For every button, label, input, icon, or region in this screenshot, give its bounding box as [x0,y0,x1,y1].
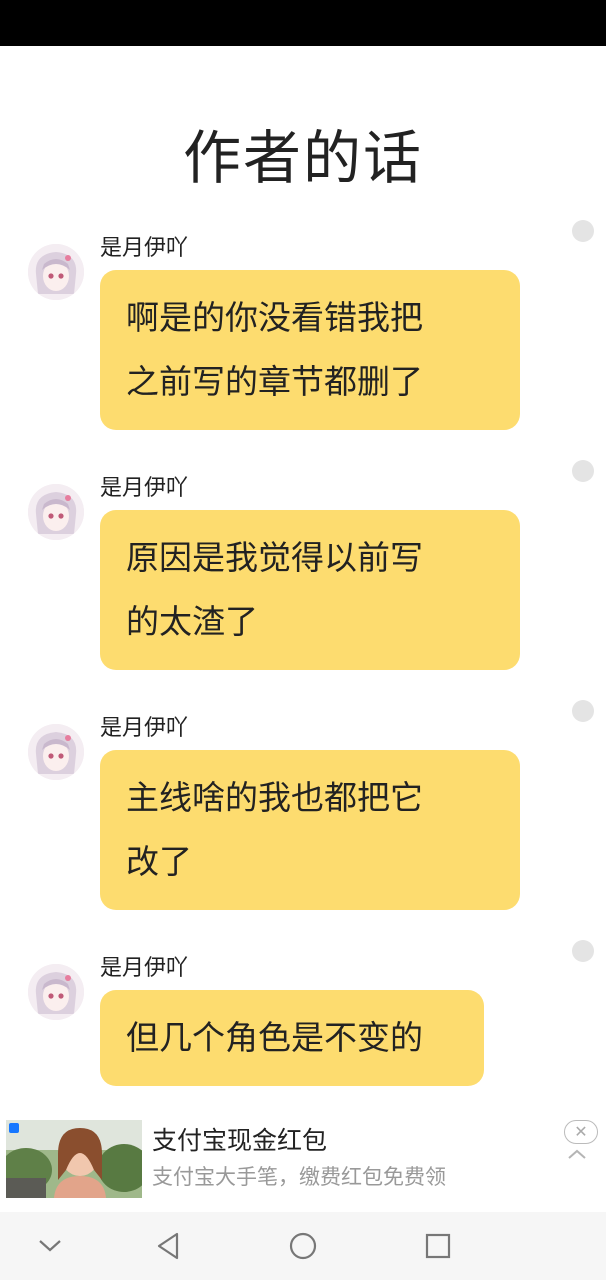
message-text-line: 但几个角色是不变的 [126,1018,423,1057]
ad-thumbnail[interactable] [6,1120,142,1198]
avatar-image [28,244,84,300]
message-bubble[interactable]: 但几个角色是不变的 [100,990,484,1086]
status-dot [572,940,594,962]
avatar-image [28,964,84,1020]
status-dot [572,460,594,482]
close-icon[interactable]: ✕ [564,1120,598,1144]
ad-subtitle: 支付宝大手笔，缴费红包免费领 [152,1165,446,1189]
navigation-bar [0,1212,606,1280]
avatar-image [28,724,84,780]
avatar[interactable] [28,484,84,540]
message-text-line: 主线啥的我也都把它 [126,778,423,817]
status-dot [572,220,594,242]
ad-title[interactable]: 支付宝现金红包 [152,1124,327,1158]
chevron-down-icon[interactable] [32,1228,68,1264]
avatar[interactable] [28,724,84,780]
avatar-image [28,484,84,540]
back-triangle-icon[interactable] [150,1228,186,1264]
message-text-line: 改了 [126,842,192,881]
recents-square-icon[interactable] [420,1228,456,1264]
message-text-line: 的太渣了 [126,602,258,641]
sender-name: 是月伊吖 [100,716,189,741]
avatar[interactable] [28,964,84,1020]
chevron-up-icon[interactable] [566,1146,588,1162]
avatar[interactable] [28,244,84,300]
message-text-line: 之前写的章节都删了 [126,362,423,401]
message-text-line: 啊是的你没看错我把 [126,298,423,337]
status-dot [572,700,594,722]
home-circle-icon[interactable] [285,1228,321,1264]
sender-name: 是月伊吖 [100,476,189,501]
message-bubble[interactable]: 主线啥的我也都把它 改了 [100,750,520,910]
message-bubble[interactable]: 啊是的你没看错我把 之前写的章节都删了 [100,270,520,430]
status-bar [0,0,606,46]
message-text-line: 原因是我觉得以前写 [126,538,423,577]
message-bubble[interactable]: 原因是我觉得以前写 的太渣了 [100,510,520,670]
sender-name: 是月伊吖 [100,236,189,261]
ad-thumbnail-image [6,1120,142,1198]
sender-name: 是月伊吖 [100,956,189,981]
ad-banner[interactable]: 支付宝现金红包 支付宝大手笔，缴费红包免费领 ✕ [0,1114,606,1212]
page-title: 作者的话 [182,124,423,192]
